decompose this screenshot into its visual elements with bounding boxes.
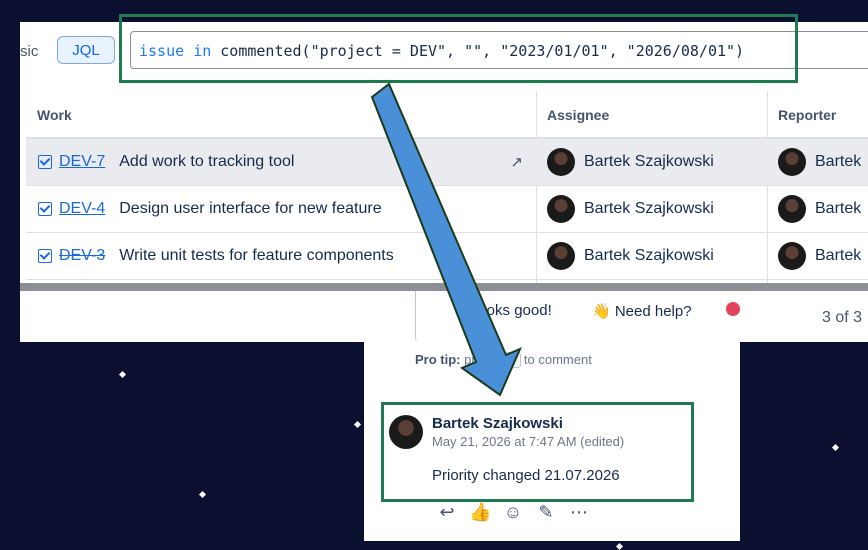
- pointer-arrow: [370, 82, 522, 397]
- arrow-shape: [370, 82, 522, 397]
